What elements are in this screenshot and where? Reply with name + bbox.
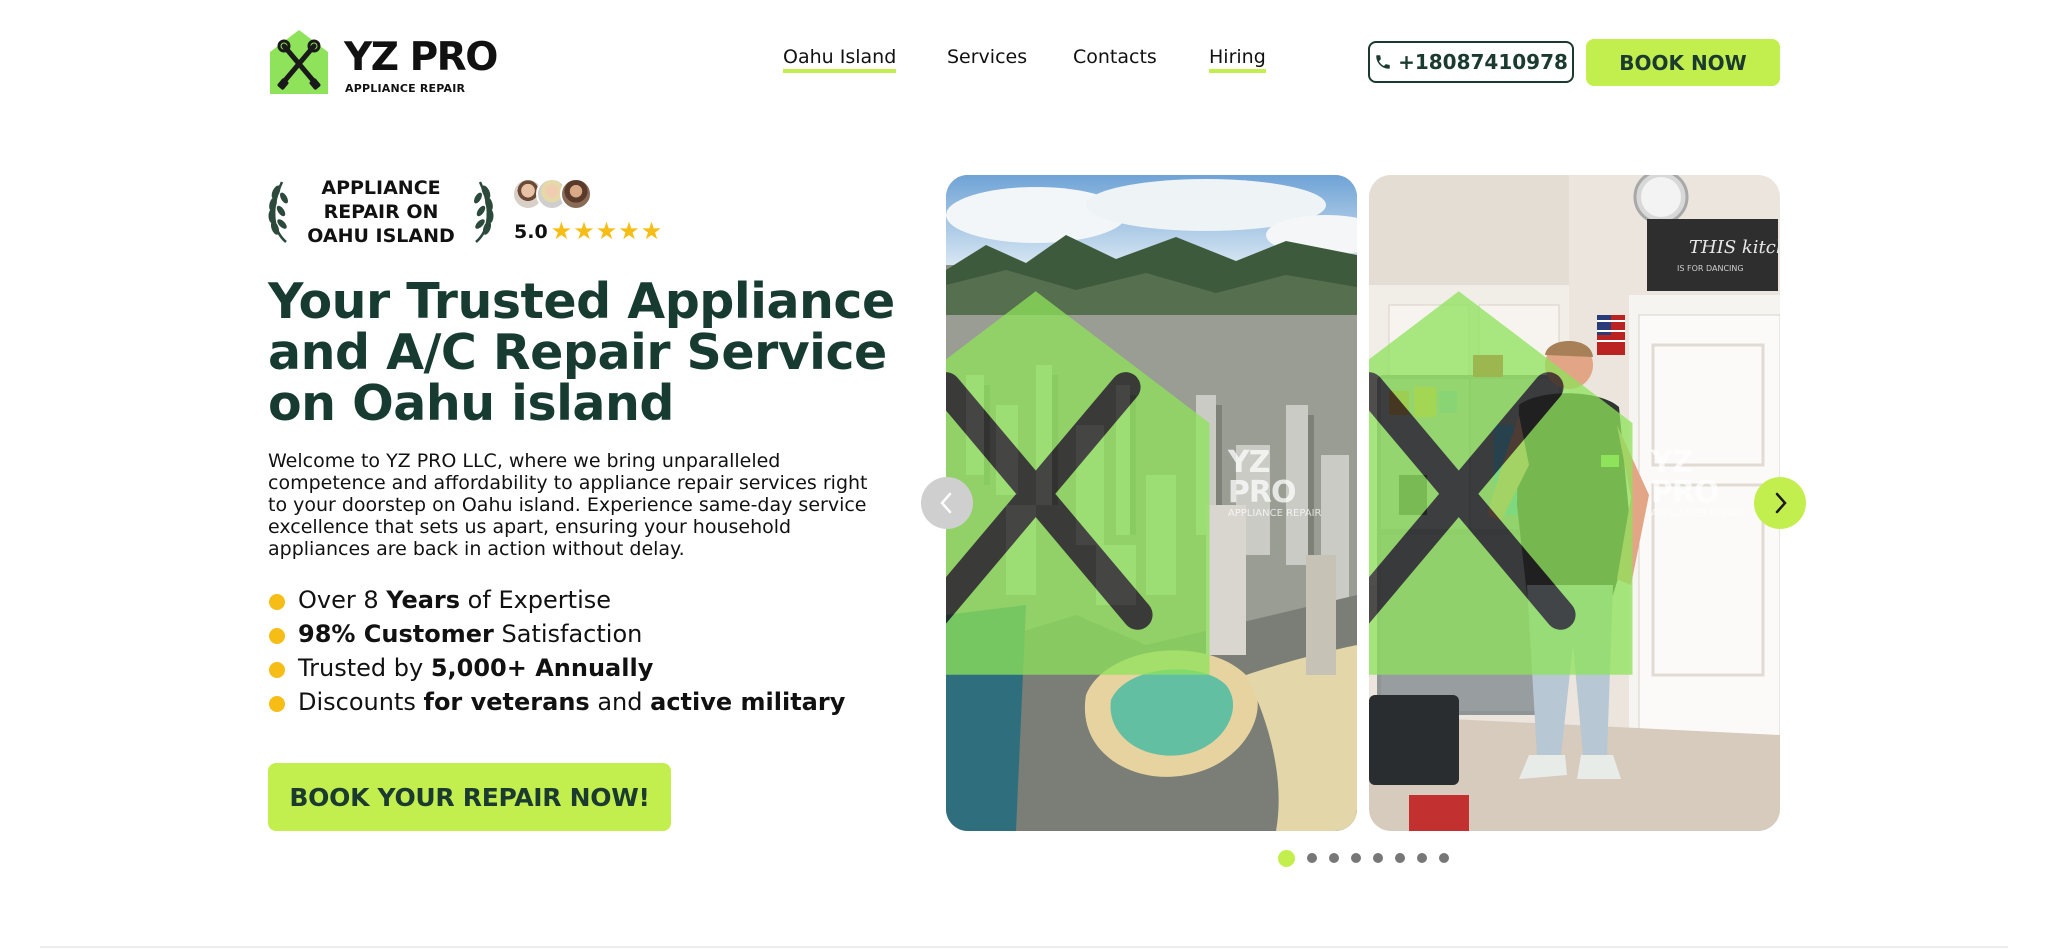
phone-button[interactable]: +18087410978 <box>1368 41 1574 83</box>
hero-title-line: on Oahu island <box>268 375 674 432</box>
feature-highlight: 5,000+ Annually <box>430 654 654 682</box>
feature-text: and <box>589 688 651 716</box>
logo-house-icon <box>270 30 328 94</box>
nav-label: Contacts <box>1073 46 1157 68</box>
watermark-name: YZ PRO <box>1227 444 1297 510</box>
watermark: YZ PRO APPLIANCE REPAIR <box>1369 175 1758 811</box>
phone-icon <box>1376 55 1390 69</box>
hero-title-line: Your Trusted Appliance <box>268 273 895 330</box>
award-line: REPAIR ON <box>323 201 439 223</box>
feature-text: Over 8 <box>298 586 387 614</box>
reviews-summary: 5.0 ★★★★★ <box>512 178 682 248</box>
watermark: YZ PRO APPLIANCE REPAIR <box>946 175 1335 811</box>
star-rating-icon: ★★★★★ <box>550 218 664 245</box>
carousel-slide-technician[interactable]: THIS kitchen IS FOR DANCING <box>1369 175 1780 831</box>
book-now-button[interactable]: BOOK NOW <box>1586 39 1780 86</box>
reviewer-avatars <box>512 178 602 212</box>
award-line: APPLIANCE <box>321 177 441 199</box>
chevron-left-icon <box>940 492 952 514</box>
carousel-pagination <box>1278 849 1449 867</box>
nav-contacts[interactable]: Contacts <box>1073 46 1157 68</box>
award-text: APPLIANCE REPAIR ON OAHU ISLAND <box>292 176 470 248</box>
carousel-dot[interactable] <box>1373 853 1383 863</box>
carousel-slide-aerial[interactable]: YZ PRO APPLIANCE REPAIR <box>946 175 1357 831</box>
watermark-logo-icon <box>946 291 1210 675</box>
phone-number: +18087410978 <box>1398 50 1568 74</box>
feature-highlight: for veterans <box>423 688 590 716</box>
watermark-tagline: APPLIANCE REPAIR <box>1227 507 1322 519</box>
bullet-icon <box>269 696 285 712</box>
nav-services[interactable]: Services <box>947 46 1027 68</box>
feature-text: Discounts <box>298 688 424 716</box>
laurel-icon <box>474 181 494 243</box>
nav-label: Oahu Island <box>783 46 897 68</box>
logo-name: YZ PRO <box>344 35 498 80</box>
feature-item: 98% Customer Satisfaction <box>268 617 888 651</box>
feature-text: of Expertise <box>460 586 612 614</box>
carousel-dot[interactable] <box>1395 853 1405 863</box>
nav-hiring[interactable]: Hiring <box>1209 46 1266 73</box>
logo-tagline: APPLIANCE REPAIR <box>345 82 466 95</box>
book-repair-button[interactable]: BOOK YOUR REPAIR NOW! <box>268 763 671 831</box>
carousel-next-button[interactable] <box>1754 477 1806 529</box>
hero-title: Your Trusted Appliance and A/C Repair Se… <box>268 276 908 429</box>
bullet-icon <box>269 662 285 678</box>
award-line: OAHU ISLAND <box>307 225 455 247</box>
watermark-logo-icon <box>1369 291 1633 675</box>
carousel-dot[interactable] <box>1307 853 1317 863</box>
carousel-dot[interactable] <box>1439 853 1449 863</box>
hero-description: Welcome to YZ PRO LLC, where we bring un… <box>268 450 868 560</box>
avatar <box>560 178 592 210</box>
logo[interactable]: YZ PRO APPLIANCE REPAIR <box>268 28 508 98</box>
site-header: YZ PRO APPLIANCE REPAIR Oahu Island Serv… <box>0 0 2048 125</box>
carousel-prev-button[interactable] <box>921 477 973 529</box>
carousel-dot[interactable] <box>1278 849 1295 867</box>
carousel-dot[interactable] <box>1417 853 1427 863</box>
carousel-dot[interactable] <box>1351 853 1361 863</box>
feature-text: Satisfaction <box>493 620 643 648</box>
rating: 5.0 ★★★★★ <box>514 220 663 244</box>
feature-text: Trusted by <box>298 654 431 682</box>
feature-item: Trusted by 5,000+ Annually <box>268 651 888 685</box>
feature-highlight: active military <box>650 688 846 716</box>
nav-oahu-island[interactable]: Oahu Island <box>783 46 897 73</box>
section-divider <box>40 946 2008 948</box>
carousel-dot[interactable] <box>1329 853 1339 863</box>
watermark-tagline: APPLIANCE REPAIR <box>1650 507 1745 519</box>
feature-item: Over 8 Years of Expertise <box>268 583 888 617</box>
chevron-right-icon <box>1775 492 1787 514</box>
award-badge: APPLIANCE REPAIR ON OAHU ISLAND <box>266 176 496 248</box>
feature-list: Over 8 Years of Expertise 98% Customer S… <box>268 583 888 719</box>
photo-carousel: YZ PRO APPLIANCE REPAIR THIS kitchen IS … <box>946 175 1780 831</box>
feature-highlight: 98% Customer <box>298 620 494 648</box>
feature-item: Discounts for veterans and active milita… <box>268 685 888 719</box>
nav-label: Hiring <box>1209 46 1266 68</box>
watermark-name: YZ PRO <box>1650 444 1720 510</box>
nav-label: Services <box>947 46 1028 68</box>
feature-highlight: Years <box>386 586 461 614</box>
laurel-icon <box>268 181 288 243</box>
bullet-icon <box>269 628 285 644</box>
hero-title-line: and A/C Repair Service <box>268 324 887 381</box>
rating-value: 5.0 <box>514 221 548 243</box>
bullet-icon <box>269 594 285 610</box>
